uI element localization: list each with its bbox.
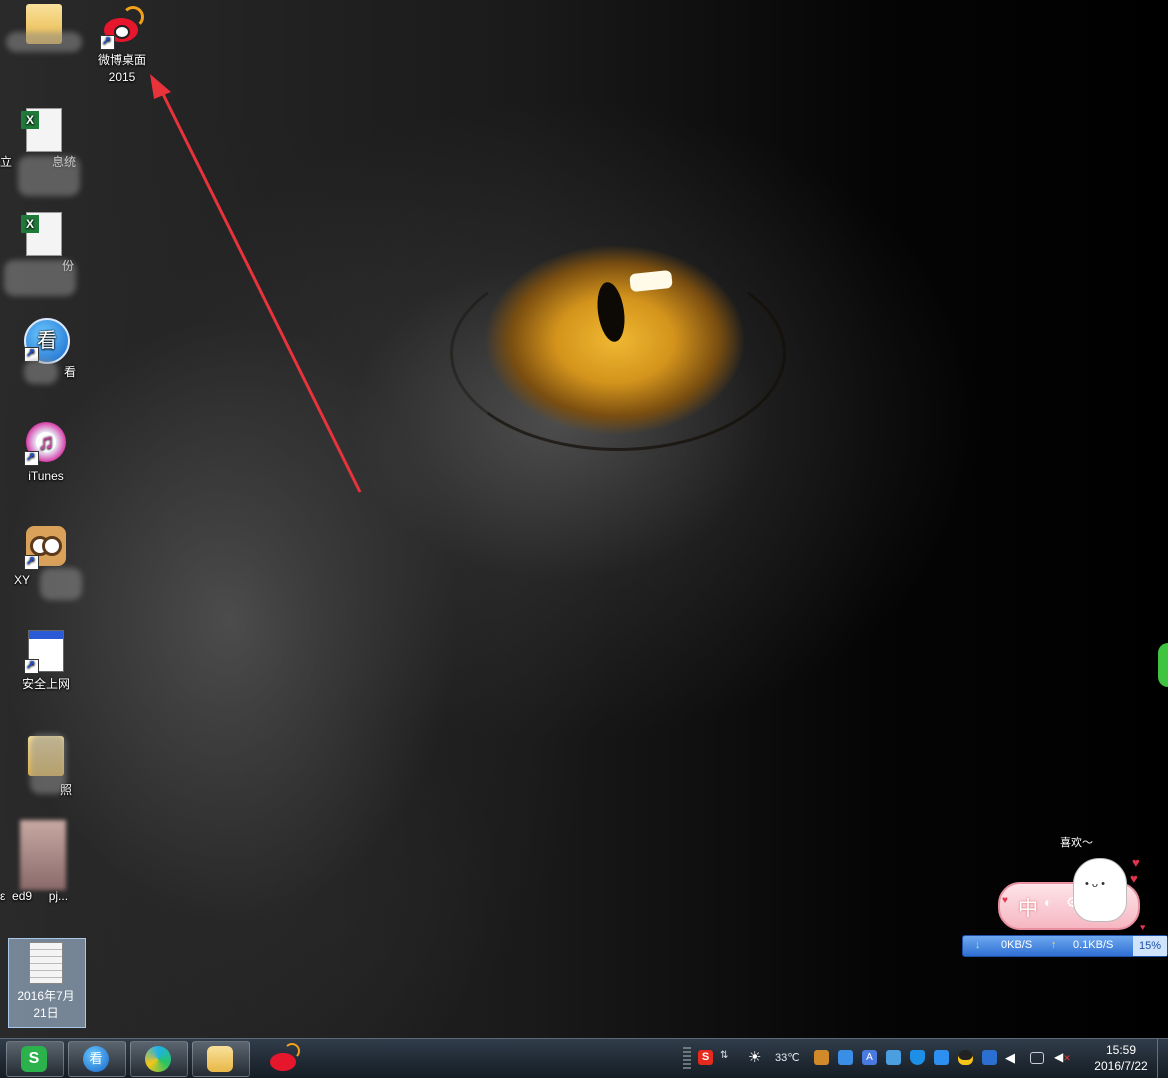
folder-icon xyxy=(207,1046,233,1072)
sogou-ime-icon[interactable]: S xyxy=(698,1050,713,1065)
sticker-mascot xyxy=(1073,858,1127,922)
download-arrow-icon: ↓ xyxy=(975,939,981,951)
desktop-icon-label: ε ed9 pj... xyxy=(0,889,69,903)
fox-app-icon[interactable] xyxy=(814,1050,829,1065)
taskbar-app-folder[interactable] xyxy=(192,1041,250,1077)
desktop-icon-kankan[interactable]: 看 看 xyxy=(6,318,86,384)
cube-app-icon[interactable] xyxy=(838,1050,853,1065)
desktop-icon-label: 微博桌面 2015 xyxy=(97,53,146,84)
app-tray-icon[interactable] xyxy=(982,1050,997,1065)
ime-toggle-icon[interactable]: ⇅ xyxy=(720,1050,730,1065)
taskbar-app-shield[interactable] xyxy=(130,1041,188,1077)
desktop-icon-doc-selected[interactable]: 2016年7月 21日 xyxy=(6,942,86,1022)
network-speed-widget[interactable]: ↓ 0KB/S ↑ 0.1KB/S 15% xyxy=(962,935,1168,957)
mascot-face: • ᴗ • xyxy=(1085,878,1105,890)
taskbar: S 看 S ⇅ ☀ 33℃ A ◀ ◀✕ 15:59 2016/7/22 xyxy=(0,1038,1168,1078)
desktop-icon-itunes[interactable]: ♫ iTunes xyxy=(6,422,86,485)
clock-time: 15:59 xyxy=(1105,1043,1137,1057)
desktop-icon-photo[interactable]: ε ed9 pj... xyxy=(0,820,82,905)
shield-browser-icon xyxy=(145,1046,171,1072)
desktop-icon-excel-1[interactable]: 立 息统 xyxy=(0,108,84,196)
photo-thumbnail xyxy=(20,820,66,890)
taskbar-app-360[interactable]: S xyxy=(6,1041,64,1077)
upload-speed: 0.1KB/S xyxy=(1073,939,1114,951)
sun-weather-icon[interactable]: ☀ xyxy=(748,1050,763,1065)
desktop-wallpaper xyxy=(0,0,1168,1038)
system-clock[interactable]: 15:59 2016/7/22 xyxy=(1082,1042,1160,1074)
cat-eye-outline xyxy=(450,255,786,451)
clock-date: 2016/7/22 xyxy=(1094,1059,1148,1073)
download-speed: 0KB/S xyxy=(1001,939,1033,951)
security-shield-icon[interactable] xyxy=(910,1050,925,1065)
kankan-icon: 看 xyxy=(83,1046,109,1072)
tray-separator xyxy=(683,1047,691,1071)
show-desktop-button[interactable] xyxy=(1157,1039,1168,1078)
desktop-icon-label: 安全上网 xyxy=(21,677,70,691)
desktop-icon-label: iTunes xyxy=(28,469,64,483)
qq-icon[interactable] xyxy=(958,1050,973,1065)
desktop-icon-label: 2016年7月 21日 xyxy=(17,989,75,1020)
desktop-icon-xy[interactable]: XY xyxy=(6,526,86,600)
heart-icon: ♥ xyxy=(1130,871,1138,886)
desktop-icon-folder-2[interactable]: 照 xyxy=(6,734,86,799)
taskbar-app-kankan[interactable]: 看 xyxy=(68,1041,126,1077)
network-monitor-icon[interactable] xyxy=(1030,1052,1044,1064)
desktop-icon-excel-2[interactable]: 份 xyxy=(4,212,84,296)
heart-icon: ♥ xyxy=(1002,895,1008,906)
desktop-icon-folder-1[interactable] xyxy=(4,2,84,52)
excel-icon xyxy=(21,212,62,256)
a-app-icon[interactable]: A xyxy=(862,1050,877,1065)
desktop-icon-weibo[interactable]: 微博桌面2015 xyxy=(82,6,162,86)
memory-usage-percent: 15% xyxy=(1133,936,1167,956)
s-app-icon: S xyxy=(21,1046,47,1072)
speaker-icon[interactable]: ◀ xyxy=(1005,1050,1020,1065)
tray-temperature[interactable]: 33℃ xyxy=(775,1049,800,1067)
ime-moon-icon[interactable]: ◐ xyxy=(1044,894,1052,910)
widget-greeting: 喜欢～ xyxy=(1060,836,1093,849)
taskbar-app-weibo[interactable] xyxy=(268,1043,300,1073)
volume-mute-icon[interactable]: ◀✕ xyxy=(1054,1050,1071,1065)
check-app-icon[interactable] xyxy=(934,1050,949,1065)
network-app-icon[interactable] xyxy=(886,1050,901,1065)
desktop-icon-safe-internet[interactable]: 安全上网 xyxy=(6,630,86,693)
ime-mode-char[interactable]: 中 xyxy=(1018,892,1038,921)
text-document-icon xyxy=(29,942,63,984)
heart-icon: ♥ xyxy=(1132,855,1140,870)
side-floating-tab[interactable] xyxy=(1158,643,1168,687)
heart-icon: ♥ xyxy=(1140,922,1146,932)
weibo-icon xyxy=(100,6,144,50)
excel-icon xyxy=(21,108,62,152)
upload-arrow-icon: ↑ xyxy=(1051,939,1057,951)
